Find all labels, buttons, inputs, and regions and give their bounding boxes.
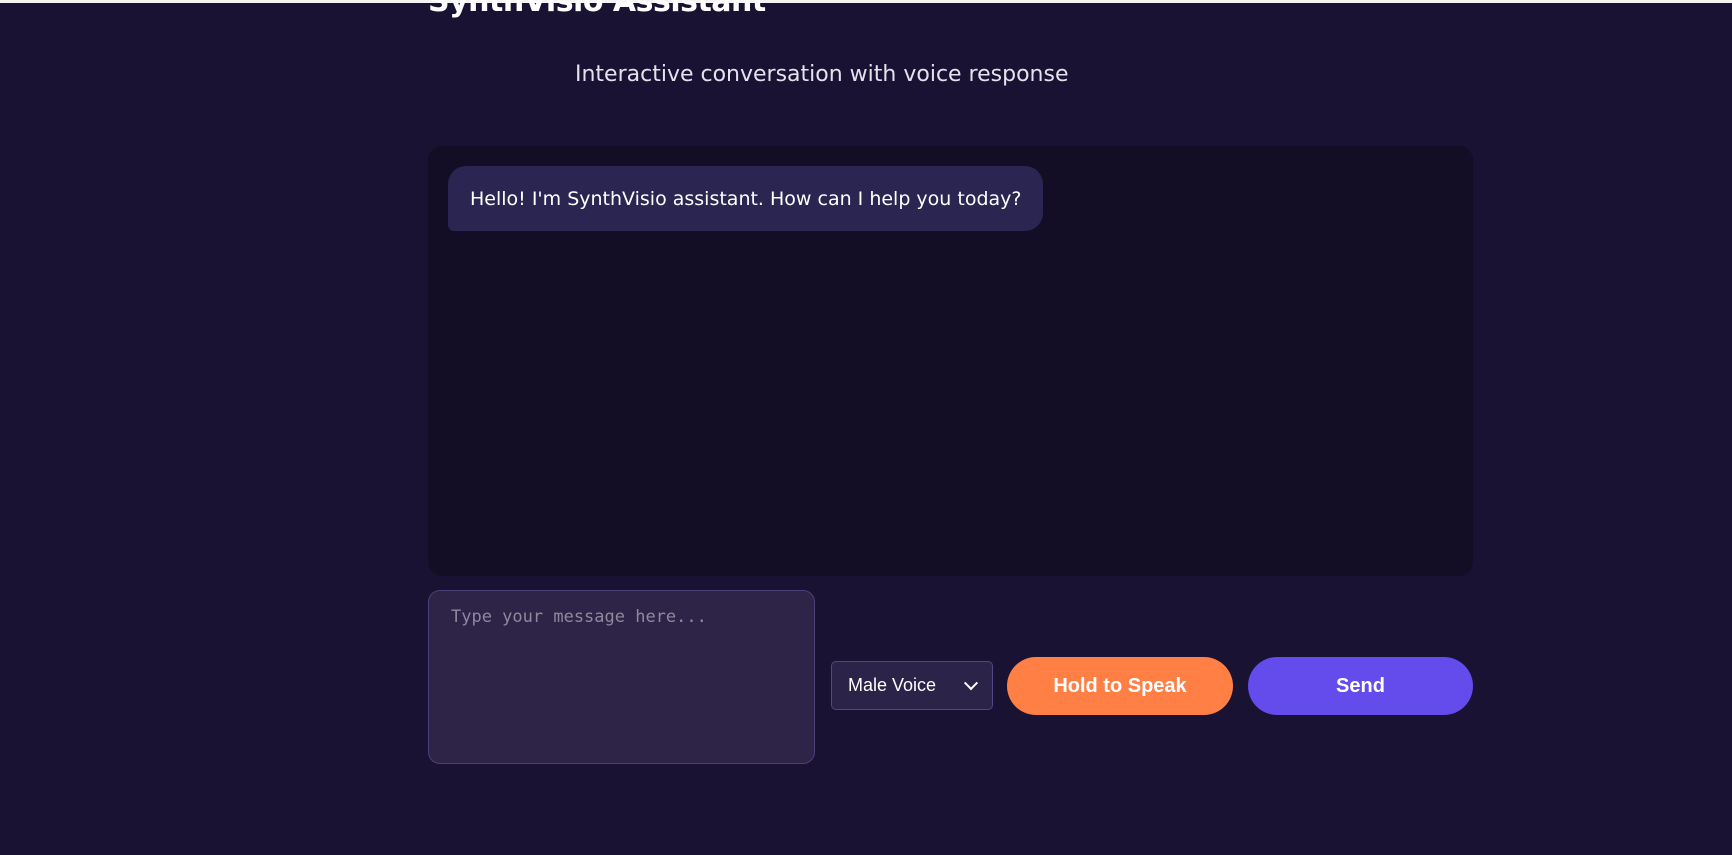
send-button[interactable]: Send <box>1248 657 1473 715</box>
message-text: Hello! I'm SynthVisio assistant. How can… <box>470 187 1022 210</box>
page-subtitle: Interactive conversation with voice resp… <box>575 62 1069 87</box>
assistant-message-bubble: Hello! I'm SynthVisio assistant. How can… <box>448 166 1044 231</box>
app-title: SynthVisio Assistant <box>428 0 766 19</box>
chevron-down-icon <box>963 675 979 690</box>
chat-messages-panel[interactable]: Hello! I'm SynthVisio assistant. How can… <box>428 146 1473 576</box>
hold-to-speak-button[interactable]: Hold to Speak <box>1007 657 1233 715</box>
message-input[interactable] <box>428 590 815 764</box>
top-border <box>0 0 1732 3</box>
voice-select[interactable]: Male Voice <box>831 661 993 710</box>
voice-select-value: Male Voice <box>848 675 937 695</box>
